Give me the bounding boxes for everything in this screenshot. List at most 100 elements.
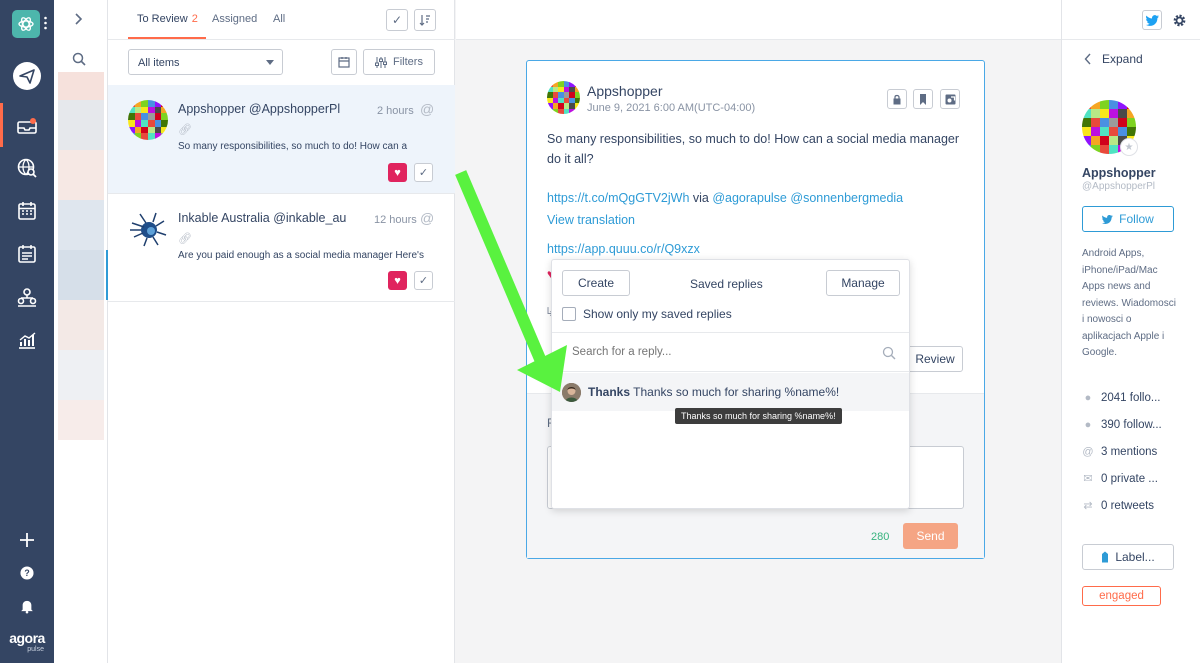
char-count: 280 [871,531,890,543]
account-tile[interactable] [58,200,104,250]
items-filter-select[interactable]: All items [128,49,283,75]
saved-reply-body: Thanks so much for sharing %name%! [633,385,840,399]
user-icon: ● [1084,419,1092,431]
brand-sub: pulse [27,646,44,653]
lock-button[interactable] [887,89,907,109]
bookmark-icon [920,93,926,105]
lock-icon [893,94,901,104]
sort-button[interactable] [414,9,436,31]
globe-search-icon[interactable] [11,152,43,184]
star-icon[interactable]: ★ [1120,138,1138,156]
saved-reply-title: Thanks [588,385,631,399]
heart-icon: ♥ [394,166,401,179]
checkmark-icon: ✓ [418,275,429,287]
date-filter-button[interactable] [331,49,357,75]
calendar-list-icon[interactable] [11,238,43,270]
profile-handle: @AppshopperPl [1082,181,1155,192]
help-icon[interactable]: ? [11,557,43,589]
twitter-icon[interactable] [1142,10,1162,30]
assign-button[interactable] [940,89,960,109]
annotation-arrow-icon [455,170,567,392]
items-filter-value: All items [138,57,180,69]
reply-search-input[interactable] [572,346,862,358]
tag-icon [1102,551,1109,563]
label-button-text: Label... [1115,550,1155,564]
follow-button[interactable]: Follow [1082,206,1174,232]
saved-reply-text: Thanks Thanks so much for sharing %name%… [588,385,839,399]
expand-link[interactable]: Expand [1102,52,1143,66]
calendar-icon[interactable] [11,195,43,227]
account-tile[interactable] [58,72,104,100]
item-preview: Are you paid enough as a social media ma… [178,250,424,261]
like-button[interactable]: ♥ [388,163,407,182]
main-nav: ? agora pulse [0,0,54,663]
retweets-stat: ⇄ 0 retweets [1082,499,1154,512]
tab-assigned[interactable]: Assigned [212,13,257,25]
list-item[interactable]: Appshopper @AppshopperPl 2 hours @ 🔗︎ So… [108,85,455,194]
private-stat: ✉ 0 private ... [1082,472,1158,485]
user-icon: ● [1084,392,1092,404]
team-icon[interactable] [11,281,43,313]
send-button[interactable]: Send [903,523,958,549]
bell-icon[interactable] [11,590,43,622]
account-tile[interactable] [58,400,104,440]
profile-bio: Android Apps, iPhone/iPad/Mac Apps news … [1082,248,1176,358]
stat-value: 0 retweets [1101,500,1155,512]
status-badge[interactable]: engaged [1082,586,1161,606]
manage-button[interactable]: Manage [826,270,900,296]
chevron-right-icon[interactable] [74,12,84,29]
link-icon: 🔗︎ [178,233,192,245]
account-strip [54,0,108,663]
account-tile[interactable] [58,250,104,300]
tab-all[interactable]: All [273,13,285,25]
search-icon[interactable] [72,52,86,69]
tooltip: Thanks so much for sharing %name%! [675,408,842,424]
account-tile[interactable] [58,350,104,400]
filters-label: Filters [393,56,423,68]
filters-button[interactable]: Filters [363,49,435,75]
mark-all-reviewed-button[interactable]: ✓ [386,9,408,31]
label-button[interactable]: Label... [1082,544,1174,570]
brand-logo-icon[interactable] [12,10,40,38]
review-check-button[interactable]: ✓ [414,163,433,182]
search-icon[interactable] [882,346,896,360]
review-check-button[interactable]: ✓ [414,271,433,290]
reports-icon[interactable] [11,324,43,356]
bookmark-button[interactable] [913,89,933,109]
item-author: Inkable Australia @inkable_au [178,211,347,225]
more-dots-icon[interactable] [44,16,47,33]
stat-value: 0 private ... [1101,473,1158,485]
mention-icon: @ [420,101,435,117]
at-icon: @ [1082,446,1094,458]
mentions-stat: @3 mentions [1082,446,1157,458]
reply-search [552,332,909,372]
heart-icon: ♥ [394,274,401,287]
item-preview: So many responsibilities, so much to do!… [178,141,407,152]
list-item[interactable]: Inkable Australia @inkable_au 12 hours @… [108,194,455,302]
saved-reply-item[interactable]: Thanks Thanks so much for sharing %name%… [552,373,909,411]
retweet-icon: ⇄ [1083,500,1093,512]
to-review-count: 2 [191,13,198,25]
show-mine-label: Show only my saved replies [583,307,732,321]
brand-name: agora [9,630,45,646]
item-time: 2 hours [377,105,414,117]
avatar [128,100,168,140]
tab-to-review[interactable]: To Review 2 [137,13,198,25]
mention-link[interactable]: @agorapulse [712,191,787,205]
account-tile[interactable] [58,100,104,150]
review-button[interactable]: Review [907,346,963,372]
followers-stat: ● 2041 follo... [1082,392,1161,404]
gear-icon[interactable] [1169,10,1189,30]
tab-active-underline [128,37,206,39]
like-button[interactable]: ♥ [388,271,407,290]
profile-panel: Expand ★ Appshopper @AppshopperPl Follow… [1061,0,1200,663]
account-tile[interactable] [58,150,104,200]
mention-link[interactable]: @sonnenbergmedia [790,191,903,205]
chevron-left-icon[interactable] [1084,53,1092,68]
add-icon[interactable] [11,524,43,556]
send-icon[interactable] [11,60,43,92]
account-tile[interactable] [58,300,104,350]
inbox-icon[interactable] [11,109,43,141]
item-time: 12 hours [374,214,417,226]
avatar [128,209,168,249]
